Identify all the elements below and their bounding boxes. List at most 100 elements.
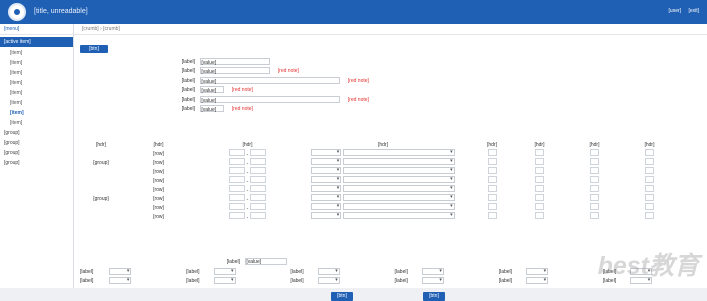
- sidebar-group[interactable]: [group]: [0, 158, 73, 168]
- time-input[interactable]: [249, 212, 266, 219]
- sidebar-active-item[interactable]: [active item]: [0, 37, 73, 47]
- time-input[interactable]: [229, 158, 246, 165]
- select-box[interactable]: [311, 176, 342, 183]
- select-box[interactable]: [317, 268, 340, 275]
- cell-input[interactable]: [487, 203, 497, 210]
- select-box[interactable]: [421, 277, 444, 284]
- cell-input[interactable]: [645, 167, 654, 174]
- sidebar-item[interactable]: [item]: [0, 68, 73, 78]
- cell-input[interactable]: [590, 212, 599, 219]
- cell-input[interactable]: [645, 185, 654, 192]
- select-box[interactable]: [342, 212, 455, 219]
- select-box[interactable]: [213, 277, 236, 284]
- sidebar-item[interactable]: [item]: [0, 98, 73, 108]
- cell-input[interactable]: [590, 176, 599, 183]
- cell-input[interactable]: [535, 158, 544, 165]
- select-box[interactable]: [213, 268, 236, 275]
- cell-input[interactable]: [535, 203, 544, 210]
- cell-input[interactable]: [487, 194, 497, 201]
- sidebar-item[interactable]: [item]: [0, 58, 73, 68]
- info-button[interactable]: [btn]: [80, 45, 108, 53]
- cell-input[interactable]: [645, 158, 654, 165]
- nav-button[interactable]: [btn]: [423, 292, 445, 301]
- time-input[interactable]: [249, 194, 266, 201]
- sidebar-item[interactable]: [item]: [0, 88, 73, 98]
- cell-input[interactable]: [590, 203, 599, 210]
- select-box[interactable]: [311, 212, 342, 219]
- select-box[interactable]: [342, 194, 455, 201]
- user-link[interactable]: [user]: [669, 8, 682, 14]
- select-box[interactable]: [342, 176, 455, 183]
- cell-input[interactable]: [645, 203, 654, 210]
- select-box[interactable]: [109, 268, 132, 275]
- cell-input[interactable]: [645, 149, 654, 156]
- select-box[interactable]: [526, 277, 549, 284]
- time-input[interactable]: [229, 185, 246, 192]
- text-field[interactable]: [value]: [200, 105, 225, 113]
- cell-input[interactable]: [535, 149, 544, 156]
- sidebar-item-current[interactable]: [item]: [0, 108, 73, 118]
- cell-input[interactable]: [645, 194, 654, 201]
- time-input[interactable]: [229, 176, 246, 183]
- select-box[interactable]: [342, 149, 455, 156]
- cell-input[interactable]: [590, 167, 599, 174]
- sidebar-item[interactable]: [item]: [0, 48, 73, 58]
- code-input[interactable]: [value]: [245, 258, 288, 265]
- sidebar-group[interactable]: [group]: [0, 148, 73, 158]
- nav-button[interactable]: [btn]: [331, 292, 353, 301]
- cell-input[interactable]: [487, 212, 497, 219]
- time-input[interactable]: [249, 167, 266, 174]
- sidebar-item[interactable]: [item]: [0, 118, 73, 128]
- text-field[interactable]: [value]: [200, 86, 225, 94]
- sidebar-group[interactable]: [group]: [0, 138, 73, 148]
- cell-input[interactable]: [590, 158, 599, 165]
- time-input[interactable]: [229, 212, 246, 219]
- cell-input[interactable]: [590, 185, 599, 192]
- cell-input[interactable]: [590, 194, 599, 201]
- select-box[interactable]: [421, 268, 444, 275]
- select-box[interactable]: [311, 194, 342, 201]
- cell-input[interactable]: [645, 176, 654, 183]
- time-input[interactable]: [249, 176, 266, 183]
- time-input[interactable]: [229, 203, 246, 210]
- cell-input[interactable]: [487, 185, 497, 192]
- cell-input[interactable]: [645, 212, 654, 219]
- time-input[interactable]: [229, 149, 246, 156]
- select-box[interactable]: [342, 158, 455, 165]
- sidebar-item[interactable]: [item]: [0, 78, 73, 88]
- select-box[interactable]: [311, 158, 342, 165]
- select-box[interactable]: [342, 167, 455, 174]
- cell-input[interactable]: [535, 176, 544, 183]
- time-input[interactable]: [249, 149, 266, 156]
- select-box[interactable]: [109, 277, 132, 284]
- cell-input[interactable]: [535, 167, 544, 174]
- sidebar-group[interactable]: [group]: [0, 128, 73, 138]
- breadcrumb-item[interactable]: [crumb]: [82, 26, 99, 32]
- cell-input[interactable]: [535, 194, 544, 201]
- cell-input[interactable]: [487, 158, 497, 165]
- cell-input[interactable]: [487, 149, 497, 156]
- time-input[interactable]: [249, 185, 266, 192]
- select-box[interactable]: [317, 277, 340, 284]
- time-input[interactable]: [249, 158, 266, 165]
- select-box[interactable]: [311, 167, 342, 174]
- time-input[interactable]: [229, 167, 246, 174]
- select-field[interactable]: [value]: [200, 96, 341, 104]
- select-box[interactable]: [311, 203, 342, 210]
- select-box[interactable]: [342, 203, 455, 210]
- select-field[interactable]: [value]: [200, 77, 341, 85]
- time-input[interactable]: [249, 203, 266, 210]
- cell-input[interactable]: [487, 167, 497, 174]
- select-box[interactable]: [311, 149, 342, 156]
- cell-input[interactable]: [487, 176, 497, 183]
- select-box[interactable]: [342, 185, 455, 192]
- select-box[interactable]: [526, 268, 549, 275]
- cell-input[interactable]: [535, 212, 544, 219]
- select-field[interactable]: [value]: [200, 58, 271, 66]
- cell-input[interactable]: [535, 185, 544, 192]
- text-field[interactable]: [value]: [200, 67, 271, 75]
- cell-input[interactable]: [590, 149, 599, 156]
- logout-link[interactable]: [exit]: [688, 8, 699, 14]
- select-box[interactable]: [311, 185, 342, 192]
- time-input[interactable]: [229, 194, 246, 201]
